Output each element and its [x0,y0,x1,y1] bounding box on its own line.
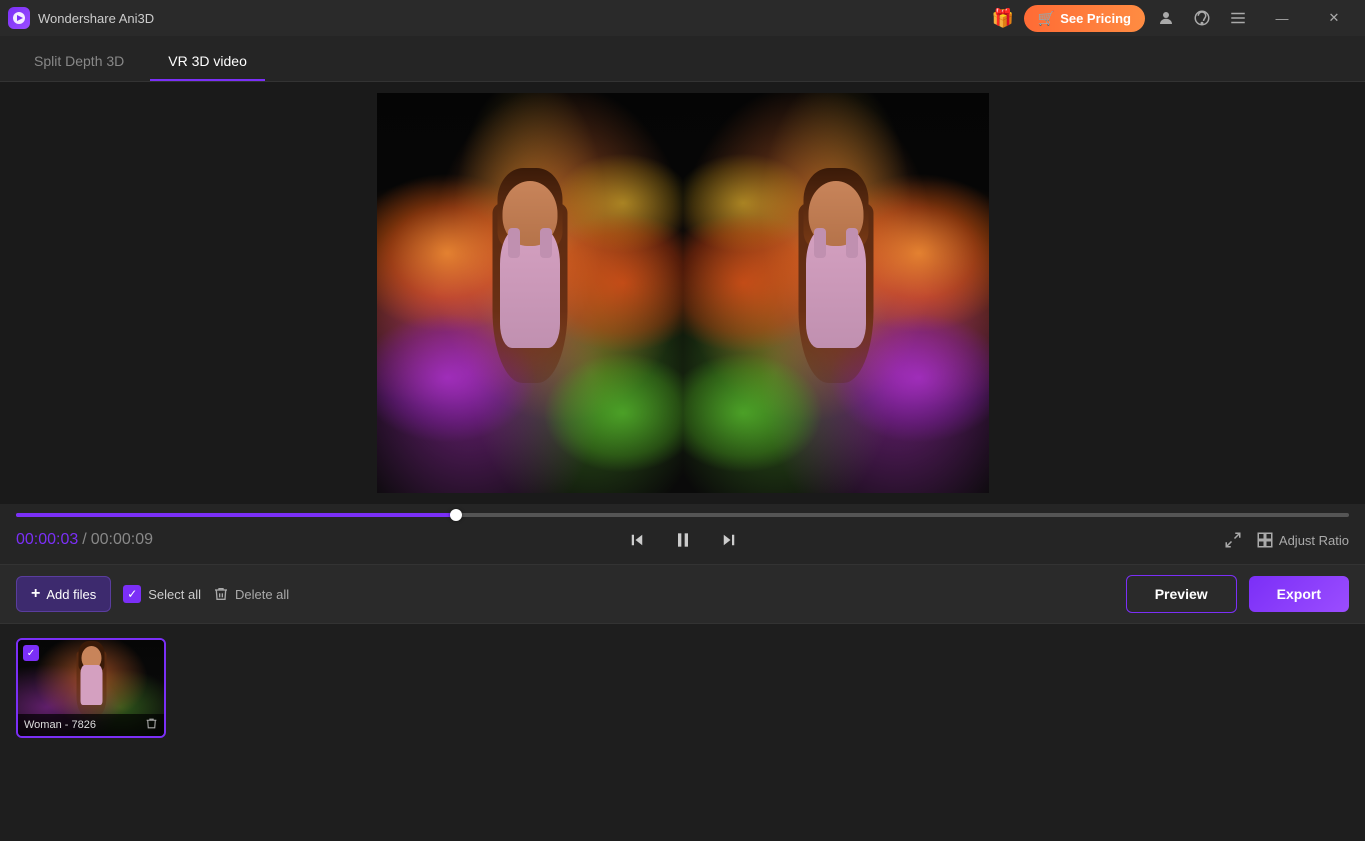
add-files-label: Add files [46,587,96,602]
close-button[interactable]: ✕ [1311,0,1357,36]
time-total: 00:00:09 [91,531,153,549]
add-files-button[interactable]: + Add files [16,576,111,612]
right-controls: Adjust Ratio [1218,525,1349,555]
delete-icon [213,586,229,602]
delete-all-container[interactable]: Delete all [213,586,289,602]
file-name: Woman - 7826 [24,719,96,731]
playback-buttons [622,525,744,555]
rewind-button[interactable] [622,525,652,555]
titlebar: Wondershare Ani3D 🎁 🛒 See Pricing — [0,0,1365,36]
cart-icon: 🛒 [1038,10,1055,27]
video-frame-left [377,93,683,493]
forward-button[interactable] [714,525,744,555]
menu-button[interactable] [1223,3,1253,33]
tabbar: Split Depth 3D VR 3D video [0,36,1365,82]
time-display: 00:00:03 / 00:00:09 [16,531,153,549]
minimize-button[interactable]: — [1259,0,1305,36]
preview-button[interactable]: Preview [1126,575,1237,613]
progress-bar[interactable] [16,513,1349,517]
app-title: Wondershare Ani3D [38,11,988,26]
file-delete-button[interactable] [145,717,158,733]
video-panel-left [377,93,683,493]
delete-all-label: Delete all [235,587,289,602]
video-panel-left-inner [377,93,683,493]
adjust-ratio-button[interactable]: Adjust Ratio [1256,531,1349,549]
see-pricing-button[interactable]: 🛒 See Pricing [1024,5,1145,32]
time-current: 00:00:03 [16,531,78,549]
title-actions: 🎁 🛒 See Pricing — ✕ [988,0,1357,36]
list-item[interactable]: ✓ Woman - 7826 [16,638,166,738]
video-split-container [377,93,989,493]
see-pricing-label: See Pricing [1060,11,1131,26]
adjust-ratio-label: Adjust Ratio [1279,533,1349,548]
video-frame-right [683,93,989,493]
ratio-icon [1256,531,1274,549]
support-button[interactable] [1187,3,1217,33]
progress-thumb[interactable] [450,509,462,521]
user-button[interactable] [1151,3,1181,33]
controls-row: 00:00:03 / 00:00:09 [16,525,1349,555]
file-label: Woman - 7826 [18,714,164,736]
time-separator: / [82,531,86,549]
toolbar: + Add files ✓ Select all Delete all Prev… [0,564,1365,624]
select-all-label: Select all [148,587,201,602]
select-all-checkbox[interactable]: ✓ [123,585,141,603]
file-grid: ✓ Woman - 7826 [0,624,1365,841]
fullscreen-button[interactable] [1218,525,1248,555]
preview-area [0,82,1365,504]
pause-button[interactable] [668,525,698,555]
gift-button[interactable]: 🎁 [988,3,1018,33]
app-logo [8,7,30,29]
tab-split-depth[interactable]: Split Depth 3D [16,43,142,81]
file-checkbox[interactable]: ✓ [23,645,39,661]
tab-vr-3d[interactable]: VR 3D video [150,43,265,81]
select-all-container[interactable]: ✓ Select all [123,585,201,603]
add-icon: + [31,585,40,603]
progress-fill [16,513,456,517]
video-panel-right-inner [683,93,989,493]
export-button[interactable]: Export [1249,576,1349,612]
controls-bar: 00:00:03 / 00:00:09 [0,504,1365,564]
video-panel-right [683,93,989,493]
